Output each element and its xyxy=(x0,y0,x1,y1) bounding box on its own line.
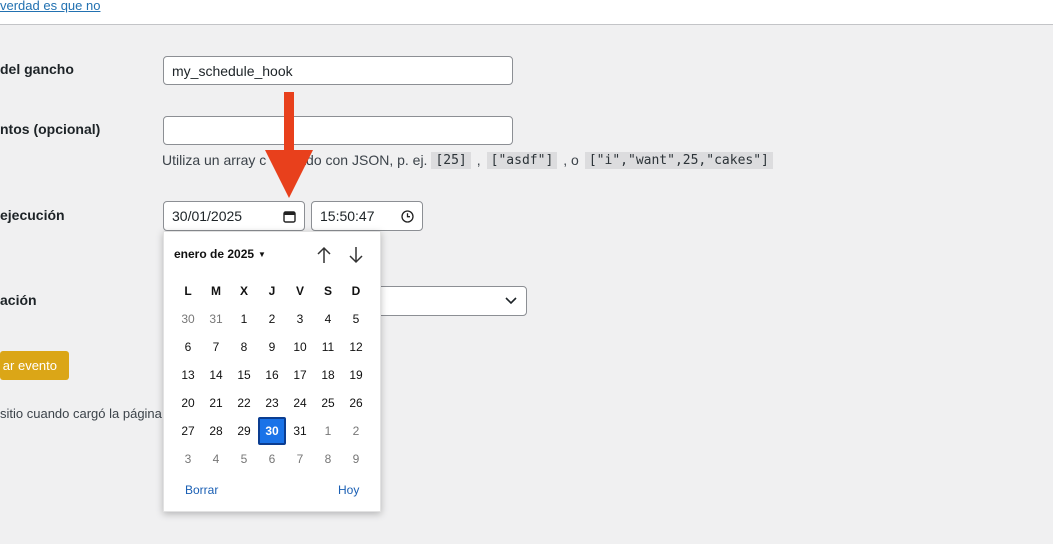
calendar-day[interactable]: 7 xyxy=(202,333,230,361)
hint-sep-1: , xyxy=(476,152,481,168)
code-example-3: ["i","want",25,"cakes"] xyxy=(584,151,773,169)
calendar-icon[interactable] xyxy=(283,210,296,223)
calendar-day[interactable]: 25 xyxy=(314,389,342,417)
calendar-day[interactable]: 3 xyxy=(286,305,314,333)
calendar-day[interactable]: 29 xyxy=(230,417,258,445)
add-event-button[interactable]: ar evento xyxy=(0,351,69,380)
clear-button[interactable]: Borrar xyxy=(185,483,218,497)
top-link[interactable]: verdad es que no xyxy=(0,0,100,13)
calendar-day[interactable]: 9 xyxy=(342,445,370,473)
date-value: 30/01/2025 xyxy=(172,208,243,224)
weekday-label: L xyxy=(184,284,192,298)
calendar-day[interactable]: 19 xyxy=(342,361,370,389)
calendar-day[interactable]: 5 xyxy=(342,305,370,333)
calendar-day[interactable]: 18 xyxy=(314,361,342,389)
weekday-label: M xyxy=(211,284,221,298)
calendar-day[interactable]: 31 xyxy=(202,305,230,333)
calendar-week-row: 30 31 1 2 3 4 5 xyxy=(174,305,370,333)
calendar-day[interactable]: 22 xyxy=(230,389,258,417)
hint-prefix: Utiliza un array c xyxy=(162,152,267,168)
execution-label: ejecución xyxy=(0,207,65,223)
calendar-day[interactable]: 20 xyxy=(174,389,202,417)
calendar-week-row: 13 14 15 16 17 18 19 xyxy=(174,361,370,389)
calendar-day[interactable]: 12 xyxy=(342,333,370,361)
top-bar: verdad es que no xyxy=(0,0,1053,25)
arguments-hint: Utiliza un array c ado con JSON, p. ej. [… xyxy=(162,150,777,170)
calendar-day[interactable]: 2 xyxy=(258,305,286,333)
chevron-down-icon xyxy=(505,297,517,305)
time-value: 15:50:47 xyxy=(320,208,375,224)
red-arrow-annotation xyxy=(265,92,313,198)
calendar-week-row: 27 28 29 30 31 1 2 xyxy=(174,417,370,445)
calendar-day[interactable]: 6 xyxy=(258,445,286,473)
calendar-day[interactable]: 1 xyxy=(230,305,258,333)
calendar-day[interactable]: 15 xyxy=(230,361,258,389)
calendar-day[interactable]: 1 xyxy=(314,417,342,445)
calendar-day[interactable]: 8 xyxy=(314,445,342,473)
hint-covered: ado con JSON, p. ej. xyxy=(298,152,428,168)
hook-name-value: my_schedule_hook xyxy=(172,62,293,79)
month-label: enero de 2025 xyxy=(174,247,255,261)
recurrence-label: ación xyxy=(0,292,37,308)
hook-name-input[interactable]: my_schedule_hook xyxy=(163,56,513,85)
calendar-day[interactable]: 13 xyxy=(174,361,202,389)
arguments-input[interactable] xyxy=(163,116,513,145)
calendar-week-row: 6 7 8 9 10 11 12 xyxy=(174,333,370,361)
today-button[interactable]: Hoy xyxy=(338,483,359,497)
calendar-day[interactable]: 3 xyxy=(174,445,202,473)
calendar-grid: L M X J V S D 30 31 1 2 3 4 5 6 7 8 9 10 11 12 13 14 15 16 17 18 19… xyxy=(174,277,370,473)
clock-icon[interactable] xyxy=(401,209,414,223)
weekday-label: S xyxy=(323,284,332,298)
calendar-day[interactable]: 7 xyxy=(286,445,314,473)
hook-name-label: del gancho xyxy=(0,61,74,77)
date-input[interactable]: 30/01/2025 xyxy=(163,201,305,231)
footnote-text: sitio cuando cargó la página xyxy=(0,406,162,421)
calendar-day[interactable]: 10 xyxy=(286,333,314,361)
caret-down-icon: ▼ xyxy=(258,250,266,259)
calendar-day[interactable]: 17 xyxy=(286,361,314,389)
calendar-week-row: 3456789 xyxy=(174,445,370,473)
code-example-1: [25] xyxy=(431,151,471,169)
arrow-down-icon[interactable] xyxy=(346,244,366,266)
calendar-day[interactable]: 16 xyxy=(258,361,286,389)
calendar-day[interactable]: 24 xyxy=(286,389,314,417)
code-example-2: ["asdf"] xyxy=(486,151,558,169)
calendar-day[interactable]: 4 xyxy=(202,445,230,473)
arrow-up-icon[interactable] xyxy=(314,244,334,266)
calendar-day[interactable]: 11 xyxy=(314,333,342,361)
date-picker-popup: enero de 2025 ▼ L M X J V S D 30 31 1 2 3 4 5 6 7 8 9 10 11 1… xyxy=(163,231,381,512)
calendar-day[interactable]: 30 xyxy=(174,305,202,333)
weekday-label: X xyxy=(239,284,248,298)
arguments-label: ntos (opcional) xyxy=(0,121,101,137)
weekday-label: D xyxy=(351,284,361,298)
calendar-day[interactable]: 5 xyxy=(230,445,258,473)
calendar-day[interactable]: 27 xyxy=(174,417,202,445)
weekday-header-row: LMXJVSD xyxy=(174,277,370,305)
calendar-day[interactable]: 26 xyxy=(342,389,370,417)
calendar-day[interactable]: 14 xyxy=(202,361,230,389)
calendar-week-row: 20 21 22 23 24 25 26 xyxy=(174,389,370,417)
calendar-day[interactable]: 31 xyxy=(286,417,314,445)
time-input[interactable]: 15:50:47 xyxy=(311,201,423,231)
calendar-day[interactable]: 9 xyxy=(258,333,286,361)
weekday-label: V xyxy=(295,284,304,298)
calendar-day[interactable]: 2 xyxy=(342,417,370,445)
calendar-day[interactable]: 28 xyxy=(202,417,230,445)
hint-sep-2: , o xyxy=(563,152,579,168)
calendar-day-selected[interactable]: 30 xyxy=(258,417,286,445)
calendar-day[interactable]: 21 xyxy=(202,389,230,417)
calendar-day[interactable]: 23 xyxy=(258,389,286,417)
month-year-selector[interactable]: enero de 2025 ▼ xyxy=(174,247,266,261)
calendar-day[interactable]: 4 xyxy=(314,305,342,333)
calendar-day[interactable]: 6 xyxy=(174,333,202,361)
calendar-day[interactable]: 8 xyxy=(230,333,258,361)
weekday-label: J xyxy=(268,284,276,298)
